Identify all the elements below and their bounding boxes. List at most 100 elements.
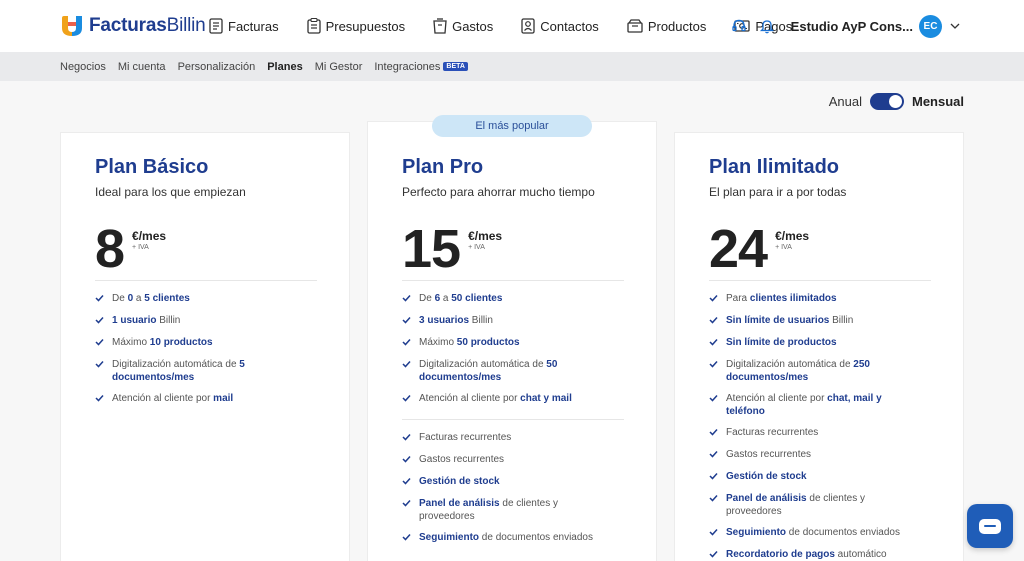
feature-item: Digitalización automática de 50 document… bbox=[402, 358, 624, 384]
check-icon bbox=[402, 359, 412, 372]
price-row: 8 €/mes + IVA bbox=[95, 222, 317, 280]
check-icon bbox=[709, 337, 719, 350]
feature-text: Sin límite de usuarios Billin bbox=[726, 315, 854, 326]
feature-item: Seguimiento de documentos enviados bbox=[709, 526, 931, 540]
contacts-icon bbox=[521, 18, 535, 34]
subnav-personalizacion[interactable]: Personalización bbox=[178, 61, 256, 73]
check-icon bbox=[95, 315, 105, 328]
nav-facturas[interactable]: Facturas bbox=[209, 18, 279, 34]
feature-item: 1 usuario Billin bbox=[95, 314, 317, 328]
feature-item: Gestión de stock bbox=[402, 475, 624, 489]
main-nav: Facturas Presupuestos Gastos Contactos P… bbox=[209, 16, 820, 36]
check-icon bbox=[95, 359, 105, 372]
feature-text: Gastos recurrentes bbox=[726, 449, 812, 460]
feature-text: Facturas recurrentes bbox=[726, 427, 819, 438]
subnav-mi-cuenta[interactable]: Mi cuenta bbox=[118, 61, 166, 73]
price-tax: + IVA bbox=[132, 244, 149, 251]
toggle-label-mensual[interactable]: Mensual bbox=[912, 94, 964, 109]
feature-item: Facturas recurrentes bbox=[402, 431, 624, 445]
feature-text: Atención al cliente por chat y mail bbox=[419, 393, 572, 404]
subnav-negocios[interactable]: Negocios bbox=[60, 61, 106, 73]
toggle-label-anual[interactable]: Anual bbox=[829, 94, 862, 109]
divider bbox=[95, 280, 317, 281]
price-unit: €/mes bbox=[132, 229, 167, 243]
check-icon bbox=[402, 393, 412, 406]
feature-item: Panel de análisis de clientes y proveedo… bbox=[709, 492, 931, 518]
divider bbox=[402, 419, 624, 420]
quote-icon bbox=[306, 18, 321, 34]
feature-text: Gastos recurrentes bbox=[419, 454, 505, 465]
subnav-mi-gestor[interactable]: Mi Gestor bbox=[315, 61, 363, 73]
plan-card-content: Plan Pro Perfecto para ahorrar mucho tie… bbox=[402, 156, 624, 553]
feature-item: Facturas recurrentes bbox=[709, 426, 931, 440]
subnav-integraciones[interactable]: Integraciones BETA bbox=[374, 61, 468, 73]
feature-text: De 6 a 50 clientes bbox=[419, 293, 503, 304]
feature-item: Seguimiento de documentos enviados bbox=[402, 531, 624, 545]
plan-card-content: Plan Básico Ideal para los que empiezan … bbox=[95, 156, 317, 414]
feature-item: Para clientes ilimitados bbox=[709, 292, 931, 306]
feature-text: Atención al cliente por mail bbox=[112, 393, 234, 404]
nav-label: Presupuestos bbox=[325, 18, 406, 34]
subnav-label: Integraciones bbox=[374, 60, 441, 73]
feature-text: Para clientes ilimitados bbox=[726, 293, 837, 304]
feature-item: Gestión de stock bbox=[709, 470, 931, 484]
logo[interactable]: FacturasBillin bbox=[60, 14, 206, 38]
feature-text: Máximo 50 productos bbox=[419, 337, 520, 348]
check-icon bbox=[709, 315, 719, 328]
nav-label: Gastos bbox=[452, 18, 494, 34]
nav-productos[interactable]: Productos bbox=[627, 18, 707, 34]
feature-text: 1 usuario Billin bbox=[112, 315, 181, 326]
check-icon bbox=[709, 493, 719, 506]
subnav-planes[interactable]: Planes bbox=[267, 61, 302, 73]
chevron-down-icon[interactable] bbox=[950, 23, 960, 29]
billing-period-toggle: Anual Mensual bbox=[829, 91, 964, 111]
price-row: 15 €/mes + IVA bbox=[402, 222, 624, 280]
feature-item: Atención al cliente por chat, mail y tel… bbox=[709, 392, 931, 418]
chat-button[interactable] bbox=[967, 504, 1013, 548]
logo-text: FacturasBillin bbox=[89, 15, 206, 36]
plan-name: Plan Ilimitado bbox=[709, 156, 840, 178]
top-right-controls: Estudio AyP Cons... EC bbox=[731, 14, 960, 38]
feature-item: Digitalización automática de 250 documen… bbox=[709, 358, 931, 384]
settings-subnav: Negocios Mi cuenta Personalización Plane… bbox=[0, 52, 1024, 81]
nav-gastos[interactable]: Gastos bbox=[433, 18, 493, 34]
feature-item: De 6 a 50 clientes bbox=[402, 292, 624, 306]
avatar[interactable]: EC bbox=[919, 14, 942, 38]
plan-card-pro: Plan Pro Perfecto para ahorrar mucho tie… bbox=[367, 121, 657, 561]
feature-item: Panel de análisis de clientes y proveedo… bbox=[402, 497, 624, 523]
feature-text: Gestión de stock bbox=[419, 476, 500, 487]
feature-text: Recordatorio de pagos automático bbox=[726, 549, 887, 560]
feature-item: De 0 a 5 clientes bbox=[95, 292, 317, 306]
feature-text: Gestión de stock bbox=[726, 471, 807, 482]
bell-icon[interactable] bbox=[759, 18, 775, 34]
billing-switch[interactable] bbox=[869, 92, 904, 110]
plan-card-content: Plan Ilimitado El plan para ir a por tod… bbox=[709, 156, 931, 561]
nav-label: Contactos bbox=[540, 18, 599, 34]
account-name[interactable]: Estudio AyP Cons... bbox=[791, 19, 913, 34]
nav-label: Productos bbox=[647, 18, 707, 34]
headset-icon[interactable] bbox=[731, 18, 747, 34]
nav-presupuestos[interactable]: Presupuestos bbox=[306, 18, 406, 34]
check-icon bbox=[402, 498, 412, 511]
check-icon bbox=[402, 293, 412, 306]
price-unit: €/mes bbox=[468, 229, 503, 243]
feature-text: 3 usuarios Billin bbox=[419, 315, 493, 326]
feature-text: Digitalización automática de 250 documen… bbox=[726, 359, 870, 383]
check-icon bbox=[402, 432, 412, 445]
feature-list: De 0 a 5 clientes 1 usuario Billin Máximo … bbox=[95, 292, 317, 406]
products-icon bbox=[627, 19, 643, 33]
price-meta: €/mes + IVA bbox=[468, 229, 502, 251]
price-row: 24 €/mes + IVA bbox=[709, 222, 931, 280]
check-icon bbox=[402, 315, 412, 328]
nav-contactos[interactable]: Contactos bbox=[521, 18, 599, 34]
check-icon bbox=[402, 476, 412, 489]
feature-text: Atención al cliente por chat, mail y tel… bbox=[726, 393, 882, 417]
feature-item: Gastos recurrentes bbox=[402, 453, 624, 467]
expenses-icon bbox=[433, 18, 447, 34]
check-icon bbox=[95, 293, 105, 306]
feature-text: Digitalización automática de 50 document… bbox=[419, 359, 558, 383]
feature-item: Atención al cliente por chat y mail bbox=[402, 392, 624, 406]
check-icon bbox=[709, 393, 719, 406]
check-icon bbox=[709, 359, 719, 372]
check-icon bbox=[709, 527, 719, 540]
